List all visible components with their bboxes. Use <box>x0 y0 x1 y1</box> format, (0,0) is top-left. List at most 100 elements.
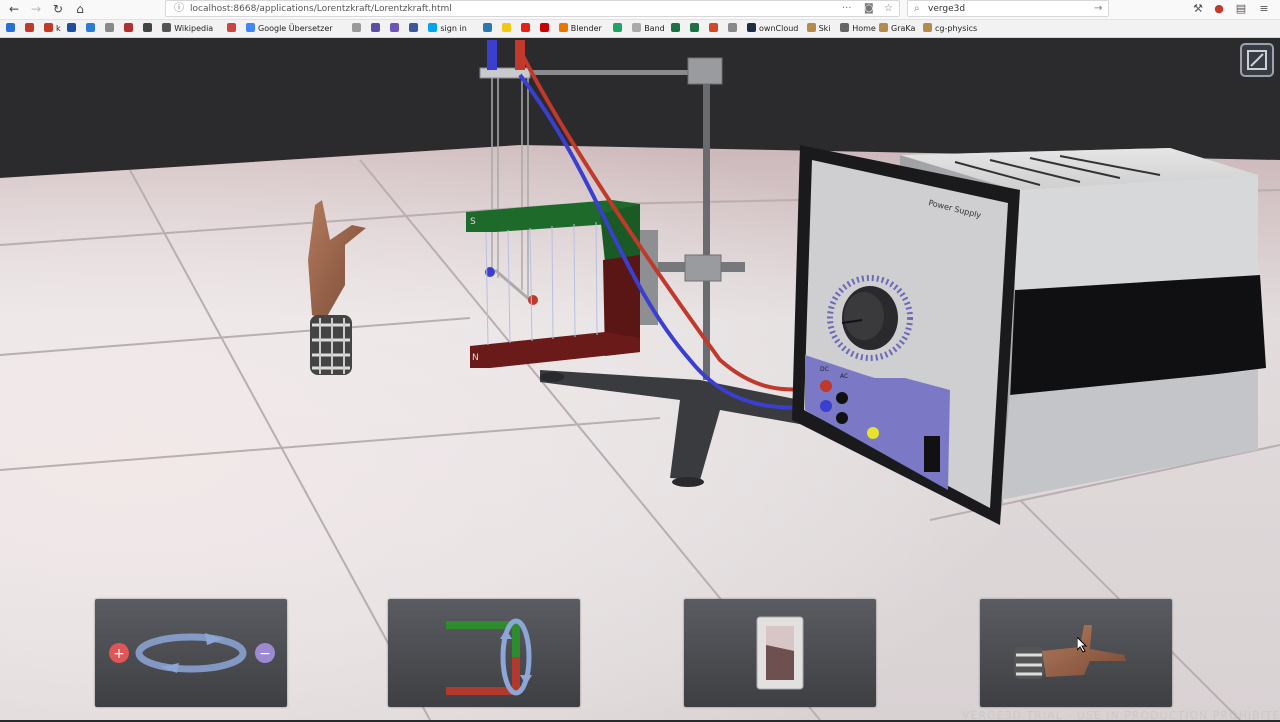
bookmark-item[interactable] <box>482 22 495 35</box>
bookmark-label: Ski <box>818 24 831 33</box>
bookmark-item[interactable] <box>520 22 533 35</box>
bookmark-item[interactable]: Home <box>840 22 876 35</box>
bookmark-item[interactable] <box>105 22 117 35</box>
bookmark-item[interactable]: k <box>44 22 61 35</box>
rotate-control[interactable]: + − <box>95 599 287 707</box>
bookmark-favicon-icon <box>747 23 756 32</box>
bookmark-favicon-icon <box>482 23 492 32</box>
search-input[interactable]: verge3d <box>928 2 965 16</box>
bookmark-label: k <box>56 24 61 33</box>
bookmark-item[interactable] <box>709 22 721 35</box>
bookmark-label: Band <box>644 24 665 33</box>
blue-plug <box>487 40 497 70</box>
bookmark-label: sign in <box>440 24 467 33</box>
bookmark-item[interactable] <box>86 22 98 35</box>
bookmark-item[interactable] <box>6 22 18 35</box>
bookmark-star-icon[interactable]: ☆ <box>884 2 893 16</box>
forward-icon[interactable]: → <box>28 1 44 17</box>
mouse-cursor-icon <box>1077 637 1088 653</box>
bookmark-item[interactable] <box>539 22 552 35</box>
bookmark-item[interactable]: sign in <box>428 22 467 35</box>
bookmark-favicon-icon <box>105 23 115 32</box>
bookmark-favicon-icon <box>86 23 96 32</box>
reload-icon[interactable]: ↻ <box>50 1 66 17</box>
fullscreen-icon <box>1247 50 1267 70</box>
back-icon[interactable]: ← <box>6 1 22 17</box>
bookmark-favicon-icon <box>879 23 888 32</box>
bookmark-favicon-icon <box>728 23 737 32</box>
bookmark-favicon-icon <box>162 23 172 32</box>
magnet-control[interactable] <box>388 599 580 707</box>
sidebar-icon[interactable]: ▤ <box>1233 1 1249 17</box>
switch-control[interactable] <box>684 599 876 707</box>
pocket-icon[interactable]: ◙ <box>864 2 874 16</box>
search-bar[interactable]: ⌕ verge3d → <box>907 0 1109 17</box>
bookmark-item[interactable]: Blender <box>558 22 602 35</box>
terminal-label-ac: AC <box>840 373 848 380</box>
bookmark-favicon-icon <box>558 23 568 32</box>
bookmark-item[interactable]: ownCloud <box>747 22 798 35</box>
bookmark-item[interactable] <box>352 22 364 35</box>
bookmark-favicon-icon <box>539 23 549 32</box>
search-go-icon[interactable]: → <box>1094 2 1102 16</box>
trial-watermark: VERGE3D TRIAL - USE IN PRODUCTION PROHIB… <box>962 709 1280 722</box>
plus-label: + <box>113 646 125 662</box>
bookmark-item[interactable]: Band <box>632 22 665 35</box>
terminal-blue[interactable] <box>820 400 832 412</box>
bookmark-item[interactable] <box>67 22 79 35</box>
bookmark-favicon-icon <box>840 23 850 32</box>
right-hand-control[interactable] <box>980 599 1172 707</box>
magnet-icon <box>446 618 532 696</box>
bookmark-label: GraKa <box>891 24 916 33</box>
bookmark-favicon-icon <box>67 23 77 32</box>
terminal-ac[interactable] <box>836 412 848 424</box>
info-icon[interactable]: ⓘ <box>174 2 184 16</box>
bookmark-favicon-icon <box>690 23 699 32</box>
bookmark-item[interactable] <box>613 22 625 35</box>
bookmark-item[interactable] <box>690 22 702 35</box>
terminal-dc[interactable] <box>836 392 848 404</box>
bookmark-item[interactable] <box>143 22 155 35</box>
bookmark-favicon-icon <box>390 23 400 32</box>
bookmark-item[interactable] <box>371 22 383 35</box>
bookmark-favicon-icon <box>409 23 419 32</box>
switch-icon <box>756 616 804 690</box>
bookmark-favicon-icon <box>428 23 438 32</box>
power-switch[interactable] <box>924 436 940 472</box>
indicator-light <box>867 427 879 439</box>
bookmark-item[interactable] <box>501 22 514 35</box>
fullscreen-button[interactable] <box>1240 43 1274 77</box>
bookmark-item[interactable]: Google Übersetzer <box>246 22 333 35</box>
bookmark-item[interactable] <box>390 22 402 35</box>
bookmark-favicon-icon <box>143 23 153 32</box>
bookmark-item[interactable] <box>227 22 239 35</box>
bookmark-item[interactable]: Ski <box>806 22 831 35</box>
more-actions-icon[interactable]: ··· <box>842 2 852 16</box>
bookmark-item[interactable] <box>671 22 683 35</box>
bookmark-favicon-icon <box>671 23 680 32</box>
bookmark-favicon-icon <box>501 23 511 32</box>
bookmark-label: Home <box>852 24 876 33</box>
address-bar[interactable]: ⓘ localhost:8668/applications/Lorentzkra… <box>165 0 900 17</box>
menu-icon[interactable]: ≡ <box>1256 1 1272 17</box>
bookmark-favicon-icon <box>923 23 932 32</box>
tools-icon[interactable]: ⚒ <box>1190 1 1206 17</box>
bookmark-item[interactable] <box>409 22 421 35</box>
bookmark-item[interactable] <box>25 22 37 35</box>
bookmark-favicon-icon <box>371 23 381 32</box>
home-icon[interactable]: ⌂ <box>72 1 88 17</box>
terminal-red[interactable] <box>820 380 832 392</box>
bookmark-favicon-icon <box>124 23 134 32</box>
bookmark-item[interactable] <box>728 22 740 35</box>
bookmark-item[interactable]: GraKa <box>879 22 915 35</box>
url-text: localhost:8668/applications/Lorentzkraft… <box>190 4 452 14</box>
rotate-arrows-icon: + − <box>109 633 275 673</box>
conductor-end-red <box>528 295 538 305</box>
bookmark-item[interactable]: cg-physics <box>923 22 977 35</box>
browser-toolbar: ← → ↻ ⌂ ⓘ localhost:8668/applications/Lo… <box>0 0 1280 20</box>
minus-label: − <box>259 646 271 662</box>
bookmark-item[interactable] <box>124 22 136 35</box>
bookmark-item[interactable]: Wikipedia <box>162 22 213 35</box>
abp-icon[interactable]: ● <box>1211 1 1227 17</box>
magnet-pole-n: N <box>472 353 479 363</box>
